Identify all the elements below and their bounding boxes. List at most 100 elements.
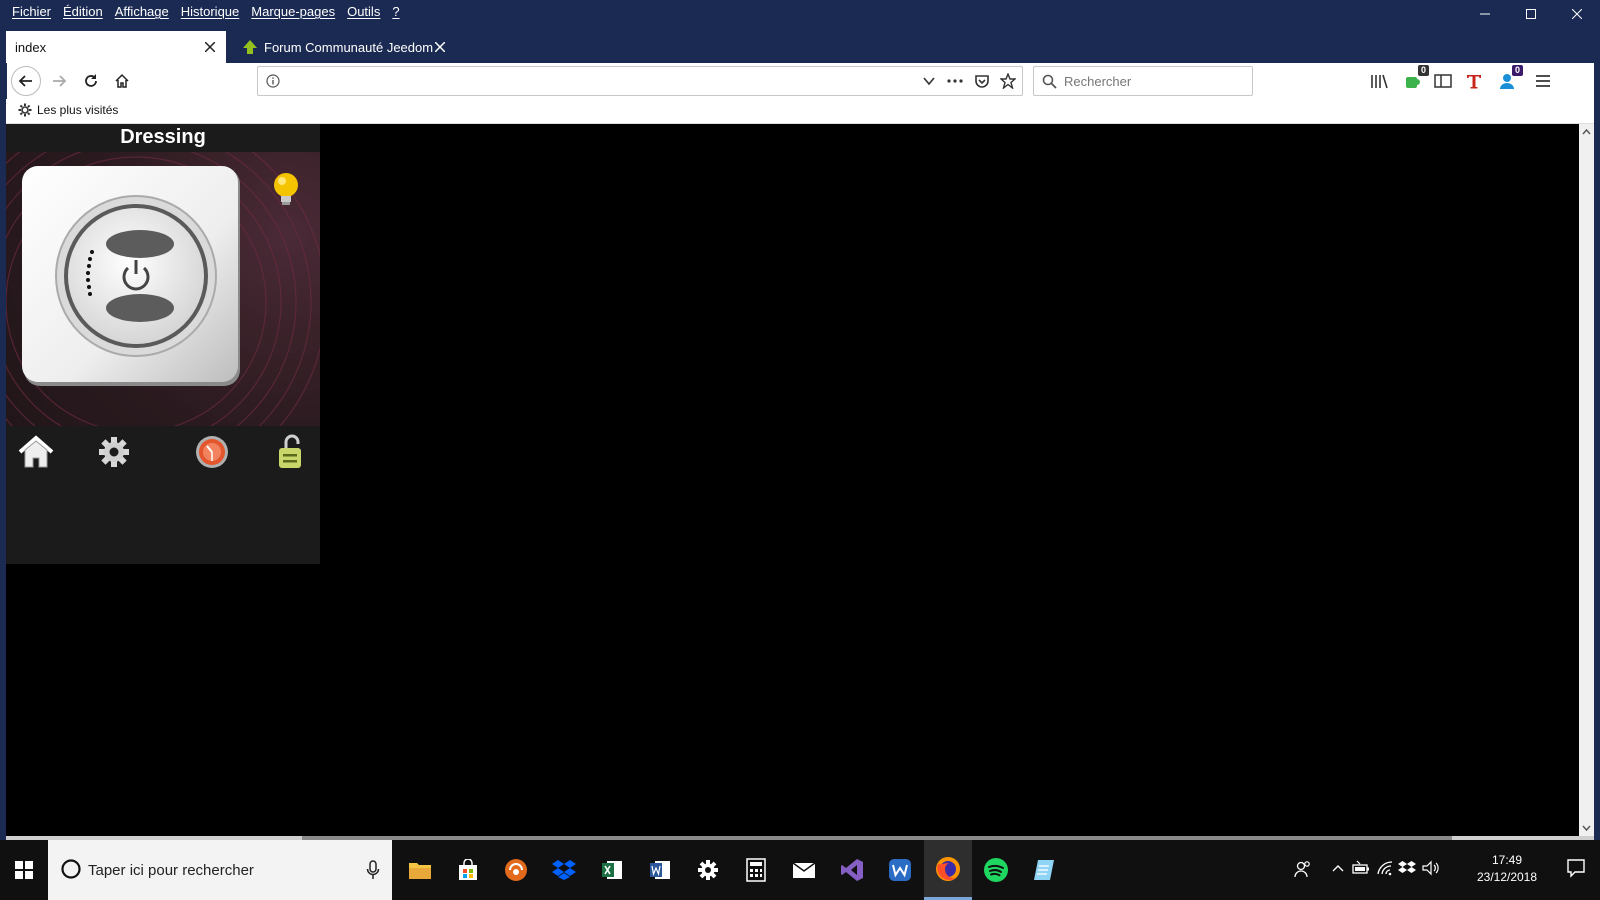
- taskbar-cleaner[interactable]: [492, 840, 540, 900]
- timer-button[interactable]: [192, 432, 232, 472]
- home-button[interactable]: [108, 67, 136, 95]
- widget-title: Dressing: [6, 124, 320, 152]
- gear-icon: [18, 103, 32, 117]
- tab-forum-jeedom[interactable]: Forum Communauté Jeedom: [236, 31, 456, 63]
- gear-icon: [99, 437, 129, 467]
- jeedom-light-widget: Dressing: [6, 124, 320, 564]
- chevron-down-icon[interactable]: [922, 74, 936, 88]
- stopwatch-icon: [196, 436, 228, 468]
- maximize-button[interactable]: [1508, 0, 1554, 27]
- close-tab-button[interactable]: [432, 39, 448, 55]
- system-clock[interactable]: 17:49 23/12/2018: [1472, 852, 1542, 886]
- jeedom-favicon-icon: [243, 40, 257, 54]
- firefox-icon: [936, 856, 960, 881]
- taskbar-notepad[interactable]: [1020, 840, 1068, 900]
- minimize-icon: [1480, 13, 1490, 14]
- house-icon: [18, 435, 54, 468]
- light-bulb-icon: [274, 173, 298, 205]
- dropbox-tray-icon[interactable]: [1398, 860, 1416, 876]
- unlock-button[interactable]: [270, 432, 310, 472]
- info-icon[interactable]: [266, 74, 280, 88]
- menu-outils[interactable]: Outils: [347, 4, 380, 19]
- widget-panel: [6, 152, 320, 426]
- taskbar-store[interactable]: [444, 840, 492, 900]
- taskbar-firefox[interactable]: [924, 840, 972, 900]
- gear-icon: [698, 860, 718, 880]
- widget-icon-row: [6, 426, 320, 482]
- extension-badge: 0: [1417, 65, 1429, 76]
- chevron-up-icon[interactable]: [1332, 864, 1344, 872]
- scroll-up-arrow-icon[interactable]: [1582, 128, 1591, 137]
- spotify-icon: [984, 858, 1008, 882]
- navigation-toolbar: 0 0: [6, 63, 1594, 99]
- taskbar-dropbox[interactable]: [540, 840, 588, 900]
- menu-marque-pages[interactable]: Marque-pages: [251, 4, 335, 19]
- volume-icon[interactable]: [1422, 860, 1440, 876]
- extension-green-button[interactable]: 0: [1401, 65, 1429, 93]
- search-bar[interactable]: [1033, 66, 1253, 96]
- excel-icon: [602, 861, 622, 879]
- taskbar-spotify[interactable]: [972, 840, 1020, 900]
- taskbar-calculator[interactable]: [732, 840, 780, 900]
- extension-badge: 0: [1511, 65, 1523, 76]
- menu-historique[interactable]: Historique: [181, 4, 240, 19]
- taskbar-visual-studio[interactable]: [828, 840, 876, 900]
- url-bar[interactable]: [257, 66, 1023, 96]
- pocket-icon[interactable]: [974, 73, 990, 89]
- search-input[interactable]: [1064, 71, 1244, 91]
- people-icon[interactable]: [1294, 860, 1312, 878]
- battery-icon[interactable]: [1352, 860, 1370, 876]
- system-tray: 17:49 23/12/2018: [1280, 840, 1600, 900]
- extension-t-button[interactable]: [1462, 69, 1486, 93]
- microphone-icon[interactable]: [366, 860, 380, 880]
- menu-edition[interactable]: Édition: [63, 4, 103, 19]
- menu-fichier[interactable]: Fichier: [12, 4, 51, 19]
- close-tab-button[interactable]: [202, 39, 218, 55]
- taskbar-word[interactable]: [636, 840, 684, 900]
- wall-switch-button[interactable]: [20, 164, 244, 395]
- library-button[interactable]: [1367, 69, 1391, 93]
- wall-switch-icon: [22, 166, 240, 386]
- reload-button[interactable]: [77, 67, 105, 95]
- tab-strip: index Forum Communauté Jeedom: [0, 27, 1600, 63]
- bulb-on-indicator: [272, 172, 300, 213]
- extension-blue-button[interactable]: 0: [1495, 65, 1523, 93]
- start-button[interactable]: [0, 840, 48, 900]
- arrow-right-icon: [53, 75, 67, 87]
- tab-index[interactable]: index: [6, 31, 226, 63]
- back-button[interactable]: [11, 66, 41, 96]
- scroll-down-arrow-icon[interactable]: [1582, 823, 1591, 832]
- menu-aide[interactable]: ?: [392, 4, 399, 19]
- clock-time: 17:49: [1491, 853, 1523, 867]
- bookmark-star-icon[interactable]: [1000, 73, 1016, 89]
- sidebar-toggle-button[interactable]: [1431, 69, 1455, 93]
- vertical-scrollbar[interactable]: [1579, 124, 1594, 836]
- menu-affichage[interactable]: Affichage: [115, 4, 169, 19]
- home-button[interactable]: [16, 432, 56, 472]
- close-window-button[interactable]: [1554, 0, 1600, 27]
- wifi-icon[interactable]: [1376, 860, 1394, 876]
- calculator-icon: [746, 858, 766, 882]
- close-icon: [1572, 8, 1582, 19]
- envelope-icon: [792, 862, 816, 878]
- notification-center-icon[interactable]: [1566, 858, 1586, 878]
- cortana-icon: [61, 859, 81, 879]
- minimize-button[interactable]: [1462, 0, 1508, 27]
- menu-button[interactable]: [1531, 69, 1555, 93]
- taskbar-search[interactable]: [48, 840, 392, 900]
- taskbar-mail[interactable]: [780, 840, 828, 900]
- letter-t-extension-icon: [1467, 75, 1481, 89]
- url-actions: [922, 71, 1016, 91]
- settings-button[interactable]: [94, 432, 134, 472]
- more-actions-icon[interactable]: [946, 74, 964, 88]
- padlock-open-icon: [279, 434, 301, 468]
- taskbar-excel[interactable]: [588, 840, 636, 900]
- taskbar-wamp[interactable]: [876, 840, 924, 900]
- taskbar-settings[interactable]: [684, 840, 732, 900]
- bookmark-most-visited[interactable]: Les plus visités: [18, 103, 118, 117]
- forward-button[interactable]: [45, 67, 73, 95]
- maximize-icon: [1526, 8, 1536, 19]
- taskbar-file-explorer[interactable]: [396, 840, 444, 900]
- taskbar-search-input[interactable]: [88, 859, 358, 881]
- cleaner-app-icon: [505, 859, 527, 881]
